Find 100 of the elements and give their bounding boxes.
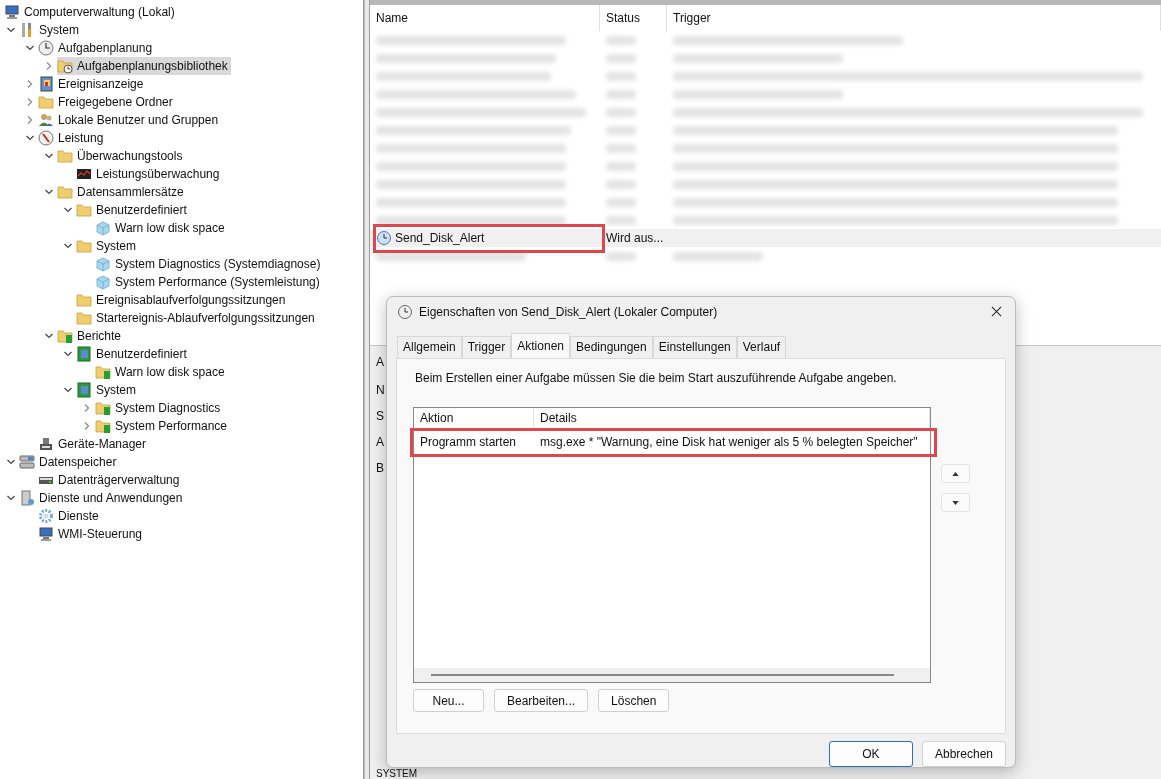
task-status: Wird aus... — [606, 231, 664, 245]
folder-report-icon — [95, 400, 111, 416]
tree-item[interactable]: Ereignisablaufverfolgungssitzungen — [76, 291, 289, 309]
tree-item[interactable]: Geräte-Manager — [38, 435, 150, 453]
tree-item[interactable]: Dienste — [38, 507, 102, 525]
tree-item[interactable]: System — [19, 21, 82, 39]
tree-item[interactable]: System Diagnostics — [95, 399, 224, 417]
computer-icon — [38, 526, 54, 542]
folder-icon — [76, 202, 92, 218]
chevron-icon[interactable] — [63, 241, 73, 251]
tree-item[interactable]: Berichte — [57, 327, 125, 345]
computer-icon — [4, 4, 20, 20]
table-cell-text: msg.exe * "Warnung, eine Disk hat weniger als 5 % belegten Speicher" — [539, 435, 919, 450]
blurred-text — [606, 197, 636, 207]
chevron-icon[interactable] — [25, 43, 35, 53]
table-cell-text: Programm starten — [419, 435, 518, 450]
chevron-icon[interactable] — [82, 403, 92, 413]
dialog-button[interactable]: Abbrechen — [921, 741, 1006, 767]
chevron-icon[interactable] — [44, 151, 54, 161]
tree-item[interactable]: System Performance (Systemleistung) — [95, 273, 323, 291]
dialog-button[interactable]: OK — [828, 741, 913, 767]
chevron-icon[interactable] — [6, 25, 16, 35]
move-down-button[interactable] — [941, 493, 970, 513]
tree-item[interactable]: System — [76, 381, 139, 399]
tree-item[interactable]: Freigegebene Ordner — [38, 93, 176, 111]
server-icon — [19, 490, 35, 506]
clock-icon — [376, 230, 392, 246]
action-button[interactable]: Löschen — [598, 689, 670, 713]
tree-item[interactable]: Warn low disk space — [95, 219, 228, 237]
tree-item[interactable]: Leistung — [38, 129, 107, 147]
tab-fragment: A — [376, 354, 384, 370]
tab[interactable]: Verlauf — [736, 336, 787, 359]
column-header[interactable]: Name — [370, 5, 600, 31]
tree-item[interactable]: Lokale Benutzer und Gruppen — [38, 111, 222, 129]
tree-item[interactable]: Datenträgerverwaltung — [38, 471, 183, 489]
tree-item[interactable]: Überwachungstools — [57, 147, 186, 165]
blurred-text — [606, 179, 636, 189]
scrollbar[interactable] — [414, 668, 930, 683]
tree-item[interactable]: Datensammlersätze — [57, 183, 187, 201]
chevron-icon[interactable] — [63, 385, 73, 395]
chevron-icon[interactable] — [63, 349, 73, 359]
tab[interactable]: Einstellungen — [652, 336, 737, 359]
tree-item[interactable]: Aufgabenplanung — [38, 39, 156, 57]
down-caret-icon — [952, 500, 959, 505]
splitter[interactable] — [363, 0, 370, 779]
tree-item[interactable]: System Diagnostics (Systemdiagnose) — [95, 255, 324, 273]
action-button[interactable]: Bearbeiten... — [494, 689, 589, 713]
tree-item[interactable]: System — [76, 237, 139, 255]
folder-icon — [76, 310, 92, 326]
report-icon — [76, 382, 92, 398]
tree-item[interactable]: Leistungsüberwachung — [76, 165, 223, 183]
cube-icon — [95, 274, 111, 290]
tree-item[interactable]: Benutzerdefiniert — [76, 345, 190, 363]
chevron-icon[interactable] — [44, 331, 54, 341]
chevron-icon[interactable] — [25, 133, 35, 143]
chevron-icon[interactable] — [25, 79, 35, 89]
chevron-icon[interactable] — [6, 457, 16, 467]
tree-item[interactable]: Datenspeicher — [19, 453, 120, 471]
chevron-icon[interactable] — [63, 205, 73, 215]
tree-item[interactable]: Aufgabenplanungsbibliothek — [57, 57, 231, 75]
text-fragment: SYSTEM — [376, 768, 418, 779]
dialog-title: Eigenschaften von Send_Disk_Alert (Lokaler Computer) — [419, 304, 719, 319]
tree-item[interactable]: Ereignisanzeige — [38, 75, 147, 93]
folder-icon — [76, 238, 92, 254]
blurred-text — [606, 125, 636, 135]
tree-item[interactable]: Warn low disk space — [95, 363, 228, 381]
chevron-icon[interactable] — [25, 97, 35, 107]
blurred-text — [606, 107, 636, 117]
tree-item[interactable]: Computerverwaltung (Lokal) — [4, 3, 178, 21]
tab[interactable]: Bedingungen — [570, 336, 653, 359]
tab[interactable]: Allgemein — [397, 336, 462, 359]
action-button[interactable]: Neu... — [413, 689, 484, 713]
column-header[interactable]: Aktion — [414, 408, 534, 429]
tree-item[interactable]: Startereignis-Ablaufverfolgungssitzungen — [76, 309, 318, 327]
chevron-icon[interactable] — [82, 421, 92, 431]
column-header[interactable]: Status — [600, 5, 667, 31]
close-icon[interactable] — [991, 306, 1002, 318]
blurred-text — [606, 215, 636, 225]
move-up-button[interactable] — [941, 464, 970, 484]
folder-icon — [38, 94, 54, 110]
blurred-text — [606, 35, 636, 45]
gauge-icon — [38, 130, 54, 146]
chevron-icon[interactable] — [25, 115, 35, 125]
folder-report-icon — [57, 328, 73, 344]
tree-item[interactable]: Dienste und Anwendungen — [19, 489, 186, 507]
tab[interactable]: Aktionen — [511, 333, 570, 359]
description-text: Beim Erstellen einer Aufgabe müssen Sie die beim Start auszuführende Aufgabe angeben. — [415, 371, 898, 386]
column-header[interactable]: Trigger — [667, 5, 1161, 31]
folder-report-icon — [95, 364, 111, 380]
column-header[interactable]: Details — [534, 408, 930, 429]
chevron-icon[interactable] — [6, 493, 16, 503]
tree-item[interactable]: WMI-Steuerung — [38, 525, 146, 543]
tree-item[interactable]: Benutzerdefiniert — [76, 201, 190, 219]
tab[interactable]: Trigger — [461, 336, 512, 359]
chevron-icon[interactable] — [44, 187, 54, 197]
clock-icon — [38, 40, 54, 56]
chevron-icon[interactable] — [44, 61, 54, 71]
tree-item[interactable]: System Performance — [95, 417, 231, 435]
task-row[interactable]: Send_Disk_Alert Wird aus... — [370, 229, 1161, 247]
chart-icon — [76, 166, 92, 182]
